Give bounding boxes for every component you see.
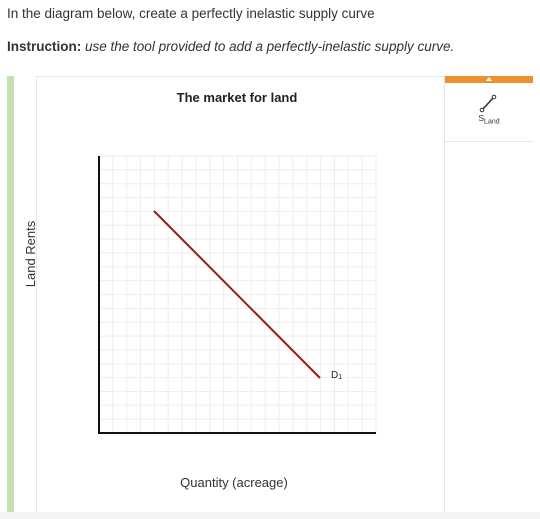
bottom-divider [0,512,540,519]
supply-land-tool-button[interactable]: SLand [445,83,533,142]
supply-land-tool-label: SLand [478,113,500,126]
collapse-caret-icon[interactable] [486,77,492,81]
tool-panel: SLand [444,76,533,512]
tool-panel-header[interactable] [445,76,533,83]
x-axis-label: Quantity (acreage) [180,475,288,490]
line-segment-icon [479,94,497,113]
demand-curve-label: D1 [331,370,342,381]
y-axis-label: Land Rents [23,220,38,288]
graph-title: The market for land [176,90,298,105]
